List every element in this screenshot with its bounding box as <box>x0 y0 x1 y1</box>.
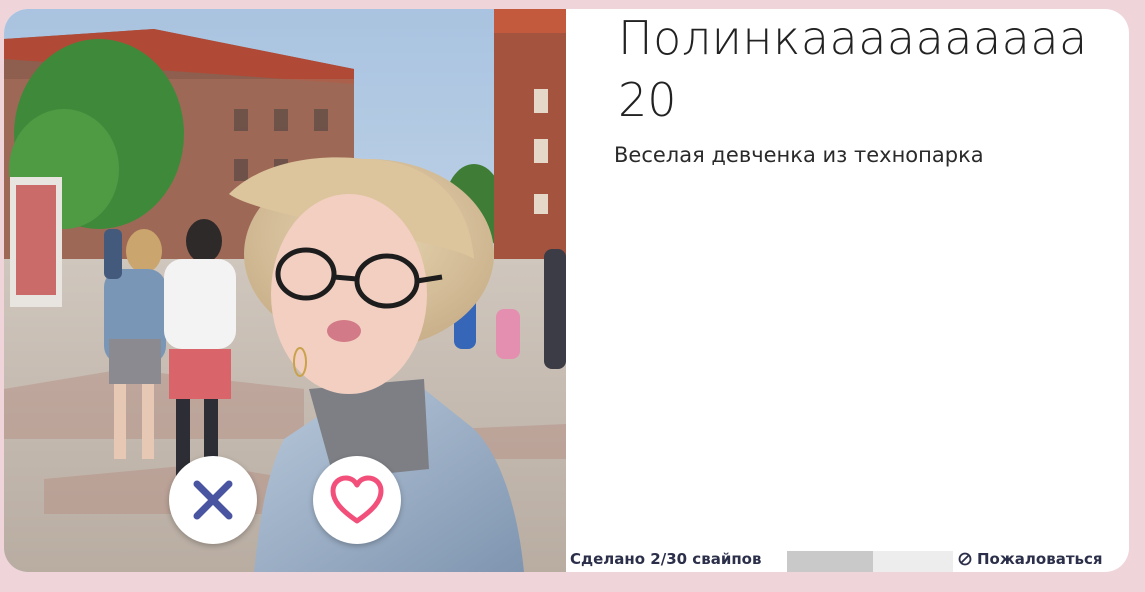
profile-age: 20 <box>618 73 677 127</box>
profile-photo[interactable] <box>4 9 566 572</box>
report-label: Пожаловаться <box>977 550 1103 568</box>
swipes-counter: Сделано 2/30 свайпов <box>570 550 762 568</box>
profile-name: Полинкаааааааааа <box>618 11 1088 65</box>
close-icon <box>193 480 233 520</box>
swipes-progress-bar <box>787 551 953 572</box>
report-button[interactable]: Пожаловаться <box>958 550 1103 568</box>
swipe-footer: Сделано 2/30 свайпов Пожаловаться <box>566 548 1129 572</box>
block-icon <box>958 552 972 566</box>
heart-icon <box>330 475 384 524</box>
dislike-button[interactable] <box>169 456 257 544</box>
profile-card: Полинкаааааааааа 20 Веселая девченка из … <box>4 9 1129 572</box>
swipes-progress-fill <box>787 551 874 572</box>
like-button[interactable] <box>313 456 401 544</box>
profile-bio: Веселая девченка из технопарка <box>614 143 984 167</box>
